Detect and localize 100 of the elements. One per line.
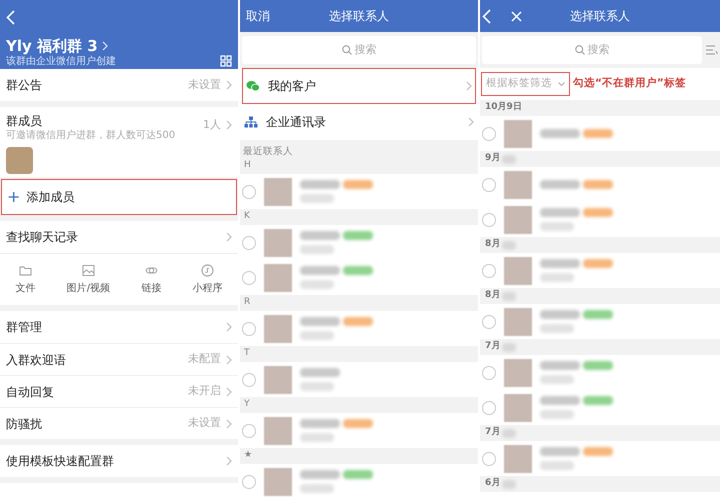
radio-button[interactable] — [482, 314, 496, 328]
date-header: 6月 — [485, 477, 500, 490]
settings-row[interactable]: 入群欢迎语 未配置 — [0, 343, 238, 375]
blurred-text — [502, 480, 516, 488]
avatar-placeholder — [264, 178, 292, 206]
cancel-button[interactable]: 取消 — [246, 7, 270, 25]
contact-source-row[interactable]: 我的客户 — [242, 68, 476, 104]
chevron-right-icon — [226, 80, 232, 90]
section-letter: Y — [244, 398, 250, 412]
row-value: 未配置 — [188, 351, 221, 368]
chevron-right-icon — [468, 117, 474, 127]
blurred-text — [300, 382, 334, 391]
avatar-placeholder — [264, 416, 292, 444]
blurred-text — [300, 484, 334, 493]
blurred-text — [540, 259, 580, 268]
row-value: 未设置 — [188, 415, 221, 432]
avatar-placeholder — [504, 308, 532, 336]
search-history-row[interactable]: 查找聊天记录 — [0, 221, 238, 253]
radio-button[interactable] — [482, 452, 496, 466]
plus-icon: + — [7, 189, 20, 205]
compass-icon — [200, 264, 214, 276]
avatar-placeholder — [504, 256, 532, 284]
avatar-placeholder — [504, 444, 532, 472]
blurred-text — [300, 180, 340, 189]
media-type-button[interactable]: 小程序 — [192, 264, 222, 296]
date-header: 7月 — [485, 426, 500, 440]
blurred-text — [540, 180, 580, 189]
blurred-text — [300, 280, 334, 289]
section-letter: T — [244, 347, 250, 360]
screen-title: 选择联系人 — [329, 8, 389, 25]
blurred-text — [300, 231, 340, 240]
settings-row[interactable]: 防骚扰 未设置 — [0, 407, 238, 439]
blurred-text — [502, 240, 516, 250]
media-type-button[interactable]: 文件 — [16, 264, 36, 296]
chevron-right-icon — [102, 41, 108, 51]
blurred-text — [300, 266, 340, 275]
chevron-right-icon — [226, 354, 232, 364]
blurred-text — [300, 419, 340, 428]
screen-title: 选择联系人 — [570, 8, 630, 25]
section-label: 最近联系人 — [243, 146, 293, 158]
avatar-placeholder — [264, 366, 292, 394]
radio-button[interactable] — [242, 372, 256, 386]
settings-row[interactable]: 群管理 — [0, 311, 238, 343]
org-chart-icon — [244, 116, 258, 128]
blurred-text — [502, 154, 516, 164]
blurred-text — [300, 470, 340, 479]
avatar-placeholder — [6, 147, 33, 174]
radio-button[interactable] — [242, 184, 256, 198]
chevron-right-icon — [226, 322, 232, 332]
radio-button[interactable] — [242, 270, 256, 284]
caret-icon — [558, 82, 565, 86]
radio-button[interactable] — [482, 264, 496, 278]
blurred-text — [540, 396, 580, 405]
template-row[interactable]: 使用模板快速配置群 — [0, 445, 238, 477]
avatar-placeholder — [504, 394, 532, 422]
radio-button[interactable] — [482, 400, 496, 414]
blurred-text — [300, 194, 334, 203]
chevron-right-icon — [226, 418, 232, 428]
blurred-text — [540, 461, 574, 470]
chevron-right-icon — [466, 81, 472, 91]
blurred-text — [300, 433, 334, 442]
avatar-placeholder — [504, 206, 532, 234]
announcement-row[interactable]: 群公告 未设置 — [0, 69, 238, 101]
add-member-button[interactable]: + 添加成员 — [1, 179, 237, 215]
group-subtitle: 该群由企业微信用户创建 — [6, 55, 116, 69]
chevron-right-icon — [226, 456, 232, 466]
media-type-button[interactable]: 图片/视频 — [66, 264, 110, 296]
chevron-right-icon — [226, 120, 232, 130]
avatar-placeholder — [264, 468, 292, 496]
folder-icon — [19, 264, 32, 276]
blurred-text — [540, 273, 574, 282]
section-letter: R — [244, 296, 250, 310]
section-letter: H — [244, 159, 251, 172]
group-title: Yly 福利群 3 — [6, 37, 98, 55]
blurred-text — [540, 375, 574, 384]
date-header: 8月 — [485, 238, 500, 252]
radio-button[interactable] — [242, 424, 256, 438]
radio-button[interactable] — [482, 212, 496, 226]
avatar-placeholder — [264, 314, 292, 342]
avatar-placeholder — [504, 358, 532, 386]
date-header: 9月 — [485, 152, 500, 166]
media-type-button[interactable]: 链接 — [141, 264, 162, 296]
date-header: 7月 — [485, 340, 500, 354]
section-letter: K — [244, 210, 250, 224]
avatar-placeholder — [264, 264, 292, 292]
blurred-text — [502, 342, 516, 352]
member-count: 1人 — [203, 117, 221, 133]
back-icon — [6, 10, 15, 25]
radio-button[interactable] — [482, 366, 496, 380]
radio-button[interactable] — [242, 322, 256, 336]
settings-row[interactable]: 自动回复 未开启 — [0, 375, 238, 407]
radio-button[interactable] — [242, 474, 256, 488]
members-hint: 可邀请微信用户进群，群人数可达500 — [6, 129, 176, 142]
radio-button[interactable] — [482, 126, 496, 140]
radio-button[interactable] — [242, 236, 256, 250]
radio-button[interactable] — [482, 178, 496, 192]
blurred-text — [540, 324, 574, 333]
blurred-text — [540, 129, 580, 138]
blurred-text — [300, 245, 334, 254]
filter-icon — [706, 45, 718, 55]
